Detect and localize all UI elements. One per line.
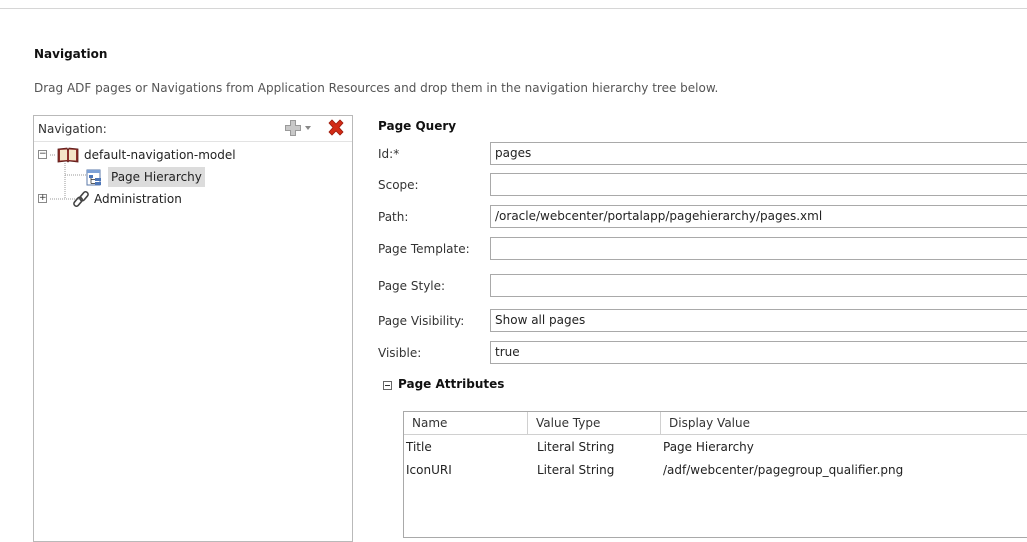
page-attributes-heading: Page Attributes	[398, 377, 505, 391]
tree-item-label: Administration	[94, 192, 182, 206]
page-attributes-table: Name Value Type Display Value Title Lite…	[403, 411, 1027, 538]
page-subtitle: Drag ADF pages or Navigations from Appli…	[34, 81, 719, 95]
id-label: Id:*	[378, 147, 400, 161]
page-template-field[interactable]	[490, 237, 1027, 260]
page-visibility-select[interactable]: Show all pages	[490, 309, 1027, 332]
delete-icon[interactable]	[326, 118, 346, 138]
collapse-section-icon[interactable]	[383, 381, 392, 390]
scope-label: Scope:	[378, 178, 419, 192]
scope-field[interactable]	[490, 173, 1027, 196]
top-divider	[0, 8, 1027, 9]
path-label: Path:	[378, 210, 409, 224]
page-style-field[interactable]	[490, 274, 1027, 297]
collapse-icon[interactable]: −	[38, 150, 47, 159]
page-template-label: Page Template:	[378, 242, 470, 256]
navigation-panel-label: Navigation:	[38, 122, 107, 136]
cell-name: IconURI	[406, 463, 452, 477]
column-header-display-value[interactable]: Display Value	[661, 412, 1027, 435]
tree-item-label: default-navigation-model	[84, 148, 236, 162]
tree-item-label: Page Hierarchy	[108, 167, 205, 187]
book-icon	[57, 147, 79, 169]
page-query-heading: Page Query	[378, 119, 457, 133]
cell-value-type: Literal String	[537, 463, 615, 477]
column-header-name[interactable]: Name	[404, 412, 528, 435]
page-style-label: Page Style:	[378, 279, 446, 293]
navigation-panel-header: Navigation:	[34, 116, 352, 142]
column-header-value-type[interactable]: Value Type	[528, 412, 661, 435]
cell-name: Title	[406, 440, 432, 454]
visible-field[interactable]: true	[490, 341, 1027, 364]
link-icon	[72, 191, 90, 213]
cell-value-type: Literal String	[537, 440, 615, 454]
cell-display-value: Page Hierarchy	[663, 440, 754, 454]
path-field[interactable]: /oracle/webcenter/portalapp/pagehierarch…	[490, 205, 1027, 228]
navigation-tree-panel: Navigation: − default-navigation-model P…	[33, 115, 353, 542]
cell-display-value: /adf/webcenter/pagegroup_qualifier.png	[663, 463, 904, 477]
add-icon[interactable]	[284, 118, 314, 138]
visible-label: Visible:	[378, 346, 422, 360]
page-title: Navigation	[34, 47, 108, 61]
page-visibility-label: Page Visibility:	[378, 314, 465, 328]
id-field[interactable]: pages	[490, 142, 1027, 165]
expand-icon[interactable]: +	[38, 194, 47, 203]
